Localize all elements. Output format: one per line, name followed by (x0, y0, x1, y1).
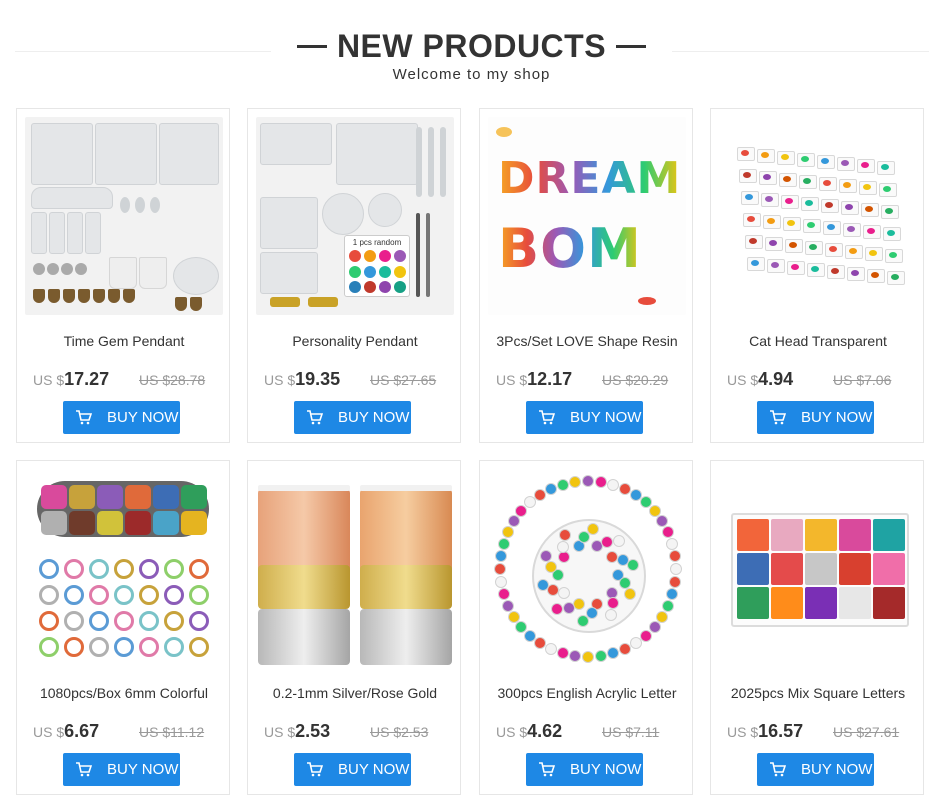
price-currency: US $ (727, 372, 759, 388)
brand-logo-icon (496, 127, 512, 137)
buy-now-button[interactable]: BUY NOW (63, 753, 180, 786)
product-card[interactable]: Time Gem Pendant US $17.27 US $28.78 BUY… (16, 108, 230, 443)
buy-now-button[interactable]: BUY NOW (526, 753, 643, 786)
product-title[interactable]: Personality Pendant (258, 332, 452, 364)
product-price: US $19.35 (264, 369, 340, 390)
title-dash-left (296, 45, 327, 49)
mom-mold-word: BOM (498, 217, 642, 280)
price-currency: US $ (264, 372, 296, 388)
section-title-text: NEW PRODUCTS (336, 28, 607, 64)
title-dash-right (616, 45, 647, 49)
price-value: 4.62 (527, 721, 563, 741)
original-price: US $2.53 (370, 724, 429, 740)
cart-icon (76, 410, 92, 425)
original-price: US $7.11 (602, 724, 660, 740)
price-value: 17.27 (64, 369, 110, 389)
buy-now-label: BUY NOW (338, 761, 410, 778)
price-value: 16.57 (758, 721, 804, 741)
cart-icon (307, 762, 323, 777)
buy-now-button[interactable]: BUY NOW (526, 401, 643, 434)
product-image[interactable] (719, 117, 917, 315)
buy-now-label: BUY NOW (107, 409, 179, 426)
buy-now-button[interactable]: BUY NOW (294, 753, 411, 786)
buy-now-label: BUY NOW (107, 761, 179, 778)
cart-icon (539, 762, 555, 777)
product-image[interactable]: DREAM BOM (488, 117, 686, 315)
section-subtitle: Welcome to my shop (392, 66, 551, 83)
product-price: US $4.94 (727, 369, 793, 390)
original-price: US $28.78 (139, 372, 206, 388)
original-price: US $27.65 (370, 372, 437, 388)
product-title[interactable]: 300pcs English Acrylic Letter (490, 684, 684, 716)
product-image[interactable] (25, 469, 223, 667)
cart-icon (76, 762, 92, 777)
cart-icon (770, 410, 786, 425)
buy-now-label: BUY NOW (570, 761, 642, 778)
product-card[interactable]: 1080pcs/Box 6mm Colorful US $6.67 US $11… (16, 460, 230, 795)
product-image[interactable] (256, 469, 454, 667)
product-price: US $4.62 (496, 721, 562, 742)
product-price: US $6.67 (33, 721, 99, 742)
buy-now-button[interactable]: BUY NOW (757, 753, 874, 786)
product-card[interactable]: 1 pcs random Personality Pendant US $19.… (247, 108, 461, 443)
price-currency: US $ (264, 724, 296, 740)
product-image[interactable]: 1 pcs random (256, 117, 454, 315)
product-price: US $16.57 (727, 721, 803, 742)
price-value: 12.17 (527, 369, 573, 389)
random-color-panel: 1 pcs random (344, 235, 410, 297)
section-header: NEW PRODUCTS (0, 27, 943, 65)
product-card[interactable]: 0.2-1mm Silver/Rose Gold US $2.53 US $2.… (247, 460, 461, 795)
product-title[interactable]: 0.2-1mm Silver/Rose Gold (258, 684, 452, 716)
buy-now-label: BUY NOW (801, 761, 873, 778)
cart-icon (539, 410, 555, 425)
buy-now-label: BUY NOW (338, 409, 410, 426)
section-title: NEW PRODUCTS (270, 27, 673, 65)
product-title[interactable]: Cat Head Transparent (721, 332, 915, 364)
product-price: US $12.17 (496, 369, 572, 390)
buy-now-button[interactable]: BUY NOW (294, 401, 411, 434)
product-image[interactable] (488, 469, 686, 667)
buy-now-label: BUY NOW (801, 409, 873, 426)
cart-icon (307, 410, 323, 425)
price-currency: US $ (727, 724, 759, 740)
product-card[interactable]: Cat Head Transparent US $4.94 US $7.06 B… (710, 108, 924, 443)
product-title[interactable]: 1080pcs/Box 6mm Colorful (27, 684, 221, 716)
price-currency: US $ (33, 372, 65, 388)
product-price: US $17.27 (33, 369, 109, 390)
price-value: 2.53 (295, 721, 331, 741)
product-title[interactable]: 2025pcs Mix Square Letters (721, 684, 915, 716)
price-value: 6.67 (64, 721, 100, 741)
price-currency: US $ (496, 372, 528, 388)
price-currency: US $ (33, 724, 65, 740)
original-price: US $7.06 (833, 372, 892, 388)
buy-now-label: BUY NOW (570, 409, 642, 426)
random-label: 1 pcs random (352, 238, 402, 247)
buy-now-button[interactable]: BUY NOW (757, 401, 874, 434)
product-card[interactable]: DREAM BOM 3Pcs/Set LOVE Shape Resin US $… (479, 108, 693, 443)
original-price: US $11.12 (139, 724, 205, 740)
product-card[interactable]: 2025pcs Mix Square Letters US $16.57 US … (710, 460, 924, 795)
product-image[interactable] (719, 469, 917, 667)
original-price: US $20.29 (602, 372, 669, 388)
product-image[interactable] (25, 117, 223, 315)
price-value: 19.35 (295, 369, 341, 389)
product-price: US $2.53 (264, 721, 330, 742)
dream-mold-word: DREAM (498, 153, 682, 204)
product-card[interactable]: 300pcs English Acrylic Letter US $4.62 U… (479, 460, 693, 795)
price-value: 4.94 (758, 369, 794, 389)
buy-now-button[interactable]: BUY NOW (63, 401, 180, 434)
price-currency: US $ (496, 724, 528, 740)
product-title[interactable]: 3Pcs/Set LOVE Shape Resin (490, 332, 684, 364)
cart-icon (770, 762, 786, 777)
product-title[interactable]: Time Gem Pendant (27, 332, 221, 364)
original-price: US $27.61 (833, 724, 900, 740)
